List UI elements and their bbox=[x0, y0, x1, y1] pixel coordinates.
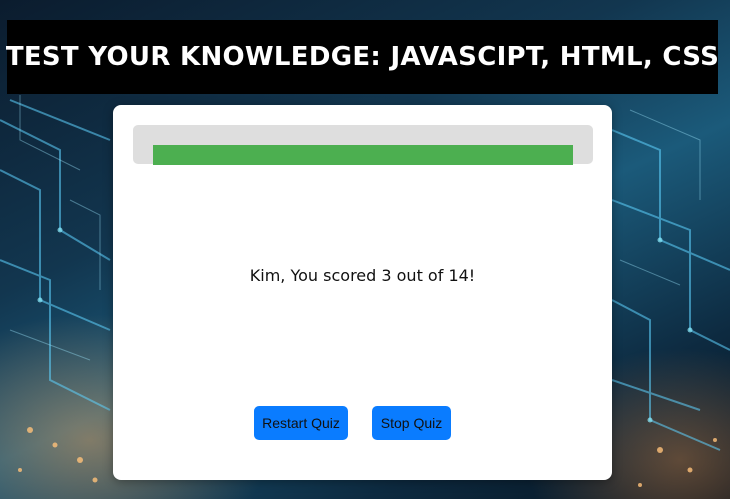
progress-bar bbox=[133, 125, 593, 165]
score-result-text: Kim, You scored 3 out of 14! bbox=[249, 266, 476, 285]
quiz-card: Kim, You scored 3 out of 14! Restart Qui… bbox=[113, 105, 612, 480]
restart-quiz-button[interactable]: Restart Quiz bbox=[254, 406, 348, 440]
stop-quiz-button[interactable]: Stop Quiz bbox=[372, 406, 451, 440]
page-title: TEST YOUR KNOWLEDGE: JAVASCIPT, HTML, CS… bbox=[5, 42, 720, 72]
progress-bar-fill bbox=[153, 145, 573, 165]
title-bar: TEST YOUR KNOWLEDGE: JAVASCIPT, HTML, CS… bbox=[5, 20, 720, 94]
